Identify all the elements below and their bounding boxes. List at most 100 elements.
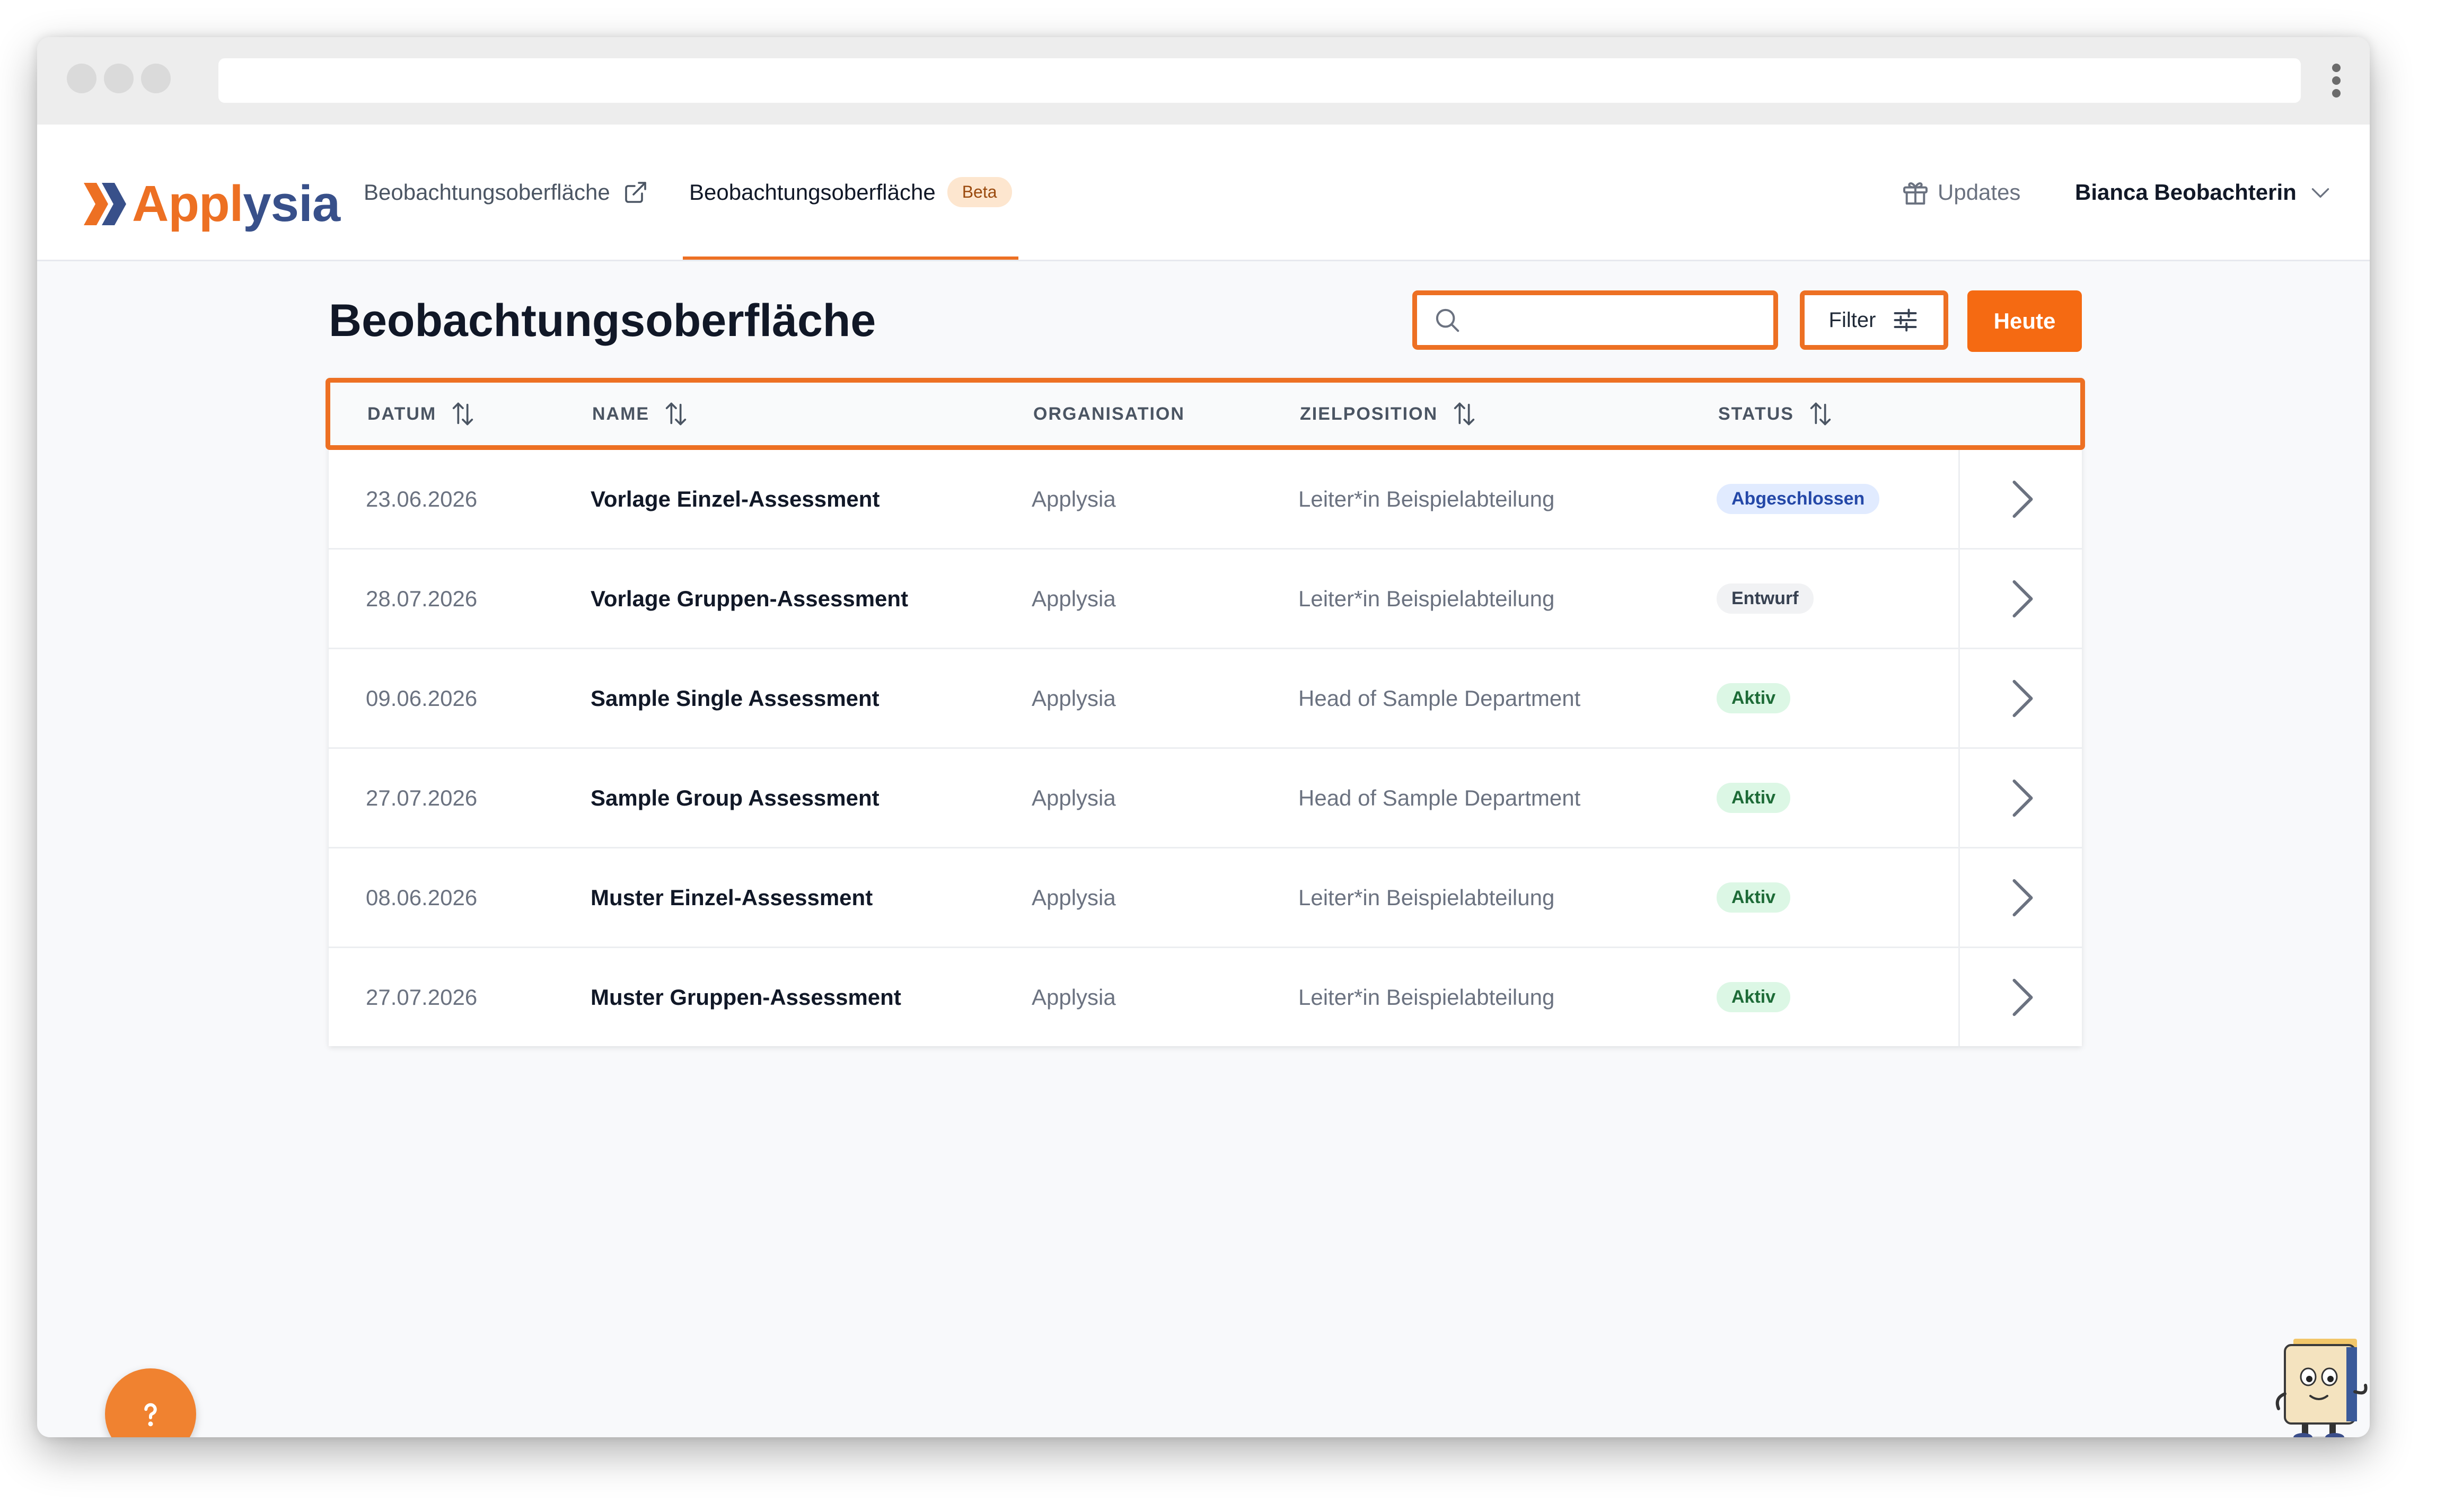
cell-name: Muster Gruppen-Assessment — [591, 984, 901, 1010]
row-open-button[interactable] — [1958, 848, 2083, 947]
status-badge: Aktiv — [1717, 882, 1791, 913]
cell-status: Entwurf — [1717, 550, 1814, 648]
tab-label: Beobachtungsoberfläche — [364, 179, 610, 205]
cell-organisation: Applysia — [1032, 984, 1116, 1010]
cell-status: Abgeschlossen — [1717, 450, 1880, 548]
cell-status: Aktiv — [1717, 649, 1791, 747]
updates-link[interactable]: Updates — [1901, 125, 2020, 260]
table-header: DATUM NAME ORGANISATION ZIELPOSITION STA… — [326, 378, 2085, 450]
tab-label: Beobachtungsoberfläche — [689, 179, 936, 205]
logo-chevrons-icon — [84, 183, 126, 225]
filter-label: Filter — [1828, 308, 1876, 332]
logo-text: Applysia — [132, 179, 340, 229]
chevron-right-icon — [2012, 580, 2033, 617]
cell-name: Sample Single Assessment — [591, 685, 880, 711]
cell-zielposition: Leiter*in Beispielabteilung — [1298, 586, 1555, 611]
column-header-name[interactable]: NAME — [592, 383, 690, 445]
user-menu[interactable]: Bianca Beobachterin — [2075, 125, 2334, 260]
beta-badge: Beta — [947, 177, 1012, 207]
column-header-label: ZIELPOSITION — [1300, 403, 1438, 424]
assessments-table: DATUM NAME ORGANISATION ZIELPOSITION STA… — [326, 378, 2085, 1046]
cell-name: Sample Group Assessment — [591, 785, 880, 810]
cell-status: Aktiv — [1717, 749, 1791, 847]
status-badge: Abgeschlossen — [1717, 484, 1880, 514]
cell-status: Aktiv — [1717, 948, 1791, 1046]
browser-window: Applysia Beobachtungsoberfläche Beobacht… — [37, 37, 2370, 1437]
table-row[interactable]: 08.06.2026 Muster Einzel-Assessment Appl… — [329, 848, 2082, 948]
window-minimize-dot[interactable] — [104, 64, 134, 93]
window-maximize-dot[interactable] — [141, 64, 171, 93]
tab-beobachtungsoberflaeche-external[interactable]: Beobachtungsoberfläche — [364, 125, 648, 260]
tab-beobachtungsoberflaeche-beta[interactable]: Beobachtungsoberfläche Beta — [683, 125, 1018, 260]
status-badge: Aktiv — [1717, 783, 1791, 813]
sort-icon[interactable] — [1807, 400, 1834, 428]
cell-datum: 09.06.2026 — [366, 685, 478, 711]
cell-zielposition: Leiter*in Beispielabteilung — [1298, 984, 1555, 1010]
column-header-label: NAME — [592, 403, 650, 424]
column-header-zielposition[interactable]: ZIELPOSITION — [1300, 383, 1478, 445]
sort-icon[interactable] — [662, 400, 690, 428]
row-open-button[interactable] — [1958, 450, 2083, 548]
cell-organisation: Applysia — [1032, 785, 1116, 810]
gift-icon — [1903, 182, 1928, 205]
top-navbar: Applysia Beobachtungsoberfläche Beobacht… — [37, 125, 2370, 261]
table-row[interactable]: 28.07.2026 Vorlage Gruppen-Assessment Ap… — [329, 550, 2082, 649]
question-icon — [144, 1403, 157, 1427]
chevron-right-icon — [2012, 679, 2033, 717]
table-row[interactable]: 09.06.2026 Sample Single Assessment Appl… — [329, 649, 2082, 749]
chevron-right-icon — [2012, 779, 2033, 817]
cell-zielposition: Leiter*in Beispielabteilung — [1298, 486, 1555, 511]
row-open-button[interactable] — [1958, 749, 2083, 847]
cell-datum: 28.07.2026 — [366, 586, 478, 611]
column-header-organisation: ORGANISATION — [1033, 383, 1185, 445]
address-bar[interactable] — [218, 58, 2301, 103]
cell-datum: 27.07.2026 — [366, 785, 478, 810]
column-header-label: DATUM — [367, 403, 437, 424]
logo-text-appl: Appl — [132, 175, 243, 232]
today-button[interactable]: Heute — [1967, 290, 2082, 352]
column-header-label: STATUS — [1718, 403, 1794, 424]
column-header-datum[interactable]: DATUM — [367, 383, 477, 445]
sort-icon[interactable] — [1450, 400, 1478, 428]
help-button[interactable] — [105, 1368, 196, 1437]
sort-icon[interactable] — [449, 400, 477, 428]
browser-chrome — [37, 37, 2370, 126]
cell-name: Muster Einzel-Assessment — [591, 885, 873, 910]
row-open-button[interactable] — [1958, 948, 2083, 1046]
window-close-dot[interactable] — [67, 64, 96, 93]
mascot-icon[interactable] — [2270, 1330, 2370, 1437]
search-input[interactable] — [1472, 307, 1761, 333]
filter-button[interactable]: Filter — [1800, 290, 1948, 350]
cell-datum: 08.06.2026 — [366, 885, 478, 910]
table-row[interactable]: 27.07.2026 Muster Gruppen-Assessment App… — [329, 948, 2082, 1046]
page-title: Beobachtungsoberfläche — [329, 295, 876, 346]
search-field[interactable] — [1412, 290, 1778, 350]
cell-zielposition: Head of Sample Department — [1298, 785, 1581, 810]
status-badge: Entwurf — [1717, 583, 1814, 614]
status-badge: Aktiv — [1717, 982, 1791, 1012]
user-name: Bianca Beobachterin — [2075, 179, 2297, 205]
cell-organisation: Applysia — [1032, 586, 1116, 611]
cell-organisation: Applysia — [1032, 885, 1116, 910]
cell-organisation: Applysia — [1032, 486, 1116, 511]
chevron-right-icon — [2012, 480, 2033, 518]
cell-status: Aktiv — [1717, 848, 1791, 947]
logo-text-ysia: ysia — [243, 175, 340, 232]
external-link-icon — [625, 181, 646, 203]
search-icon — [1436, 308, 1459, 332]
chevron-down-icon — [2311, 188, 2329, 198]
chevron-right-icon — [2012, 978, 2033, 1016]
row-open-button[interactable] — [1958, 649, 2083, 747]
browser-menu-icon[interactable] — [2318, 60, 2355, 103]
applysia-logo[interactable]: Applysia — [84, 172, 340, 236]
row-open-button[interactable] — [1958, 550, 2083, 648]
cell-datum: 23.06.2026 — [366, 486, 478, 511]
table-row[interactable]: 27.07.2026 Sample Group Assessment Apply… — [329, 749, 2082, 848]
cell-zielposition: Leiter*in Beispielabteilung — [1298, 885, 1555, 910]
table-row[interactable]: 23.06.2026 Vorlage Einzel-Assessment App… — [329, 450, 2082, 550]
cell-organisation: Applysia — [1032, 685, 1116, 711]
cell-name: Vorlage Einzel-Assessment — [591, 486, 880, 511]
column-header-status[interactable]: STATUS — [1718, 383, 1834, 445]
cell-zielposition: Head of Sample Department — [1298, 685, 1581, 711]
status-badge: Aktiv — [1717, 683, 1791, 713]
